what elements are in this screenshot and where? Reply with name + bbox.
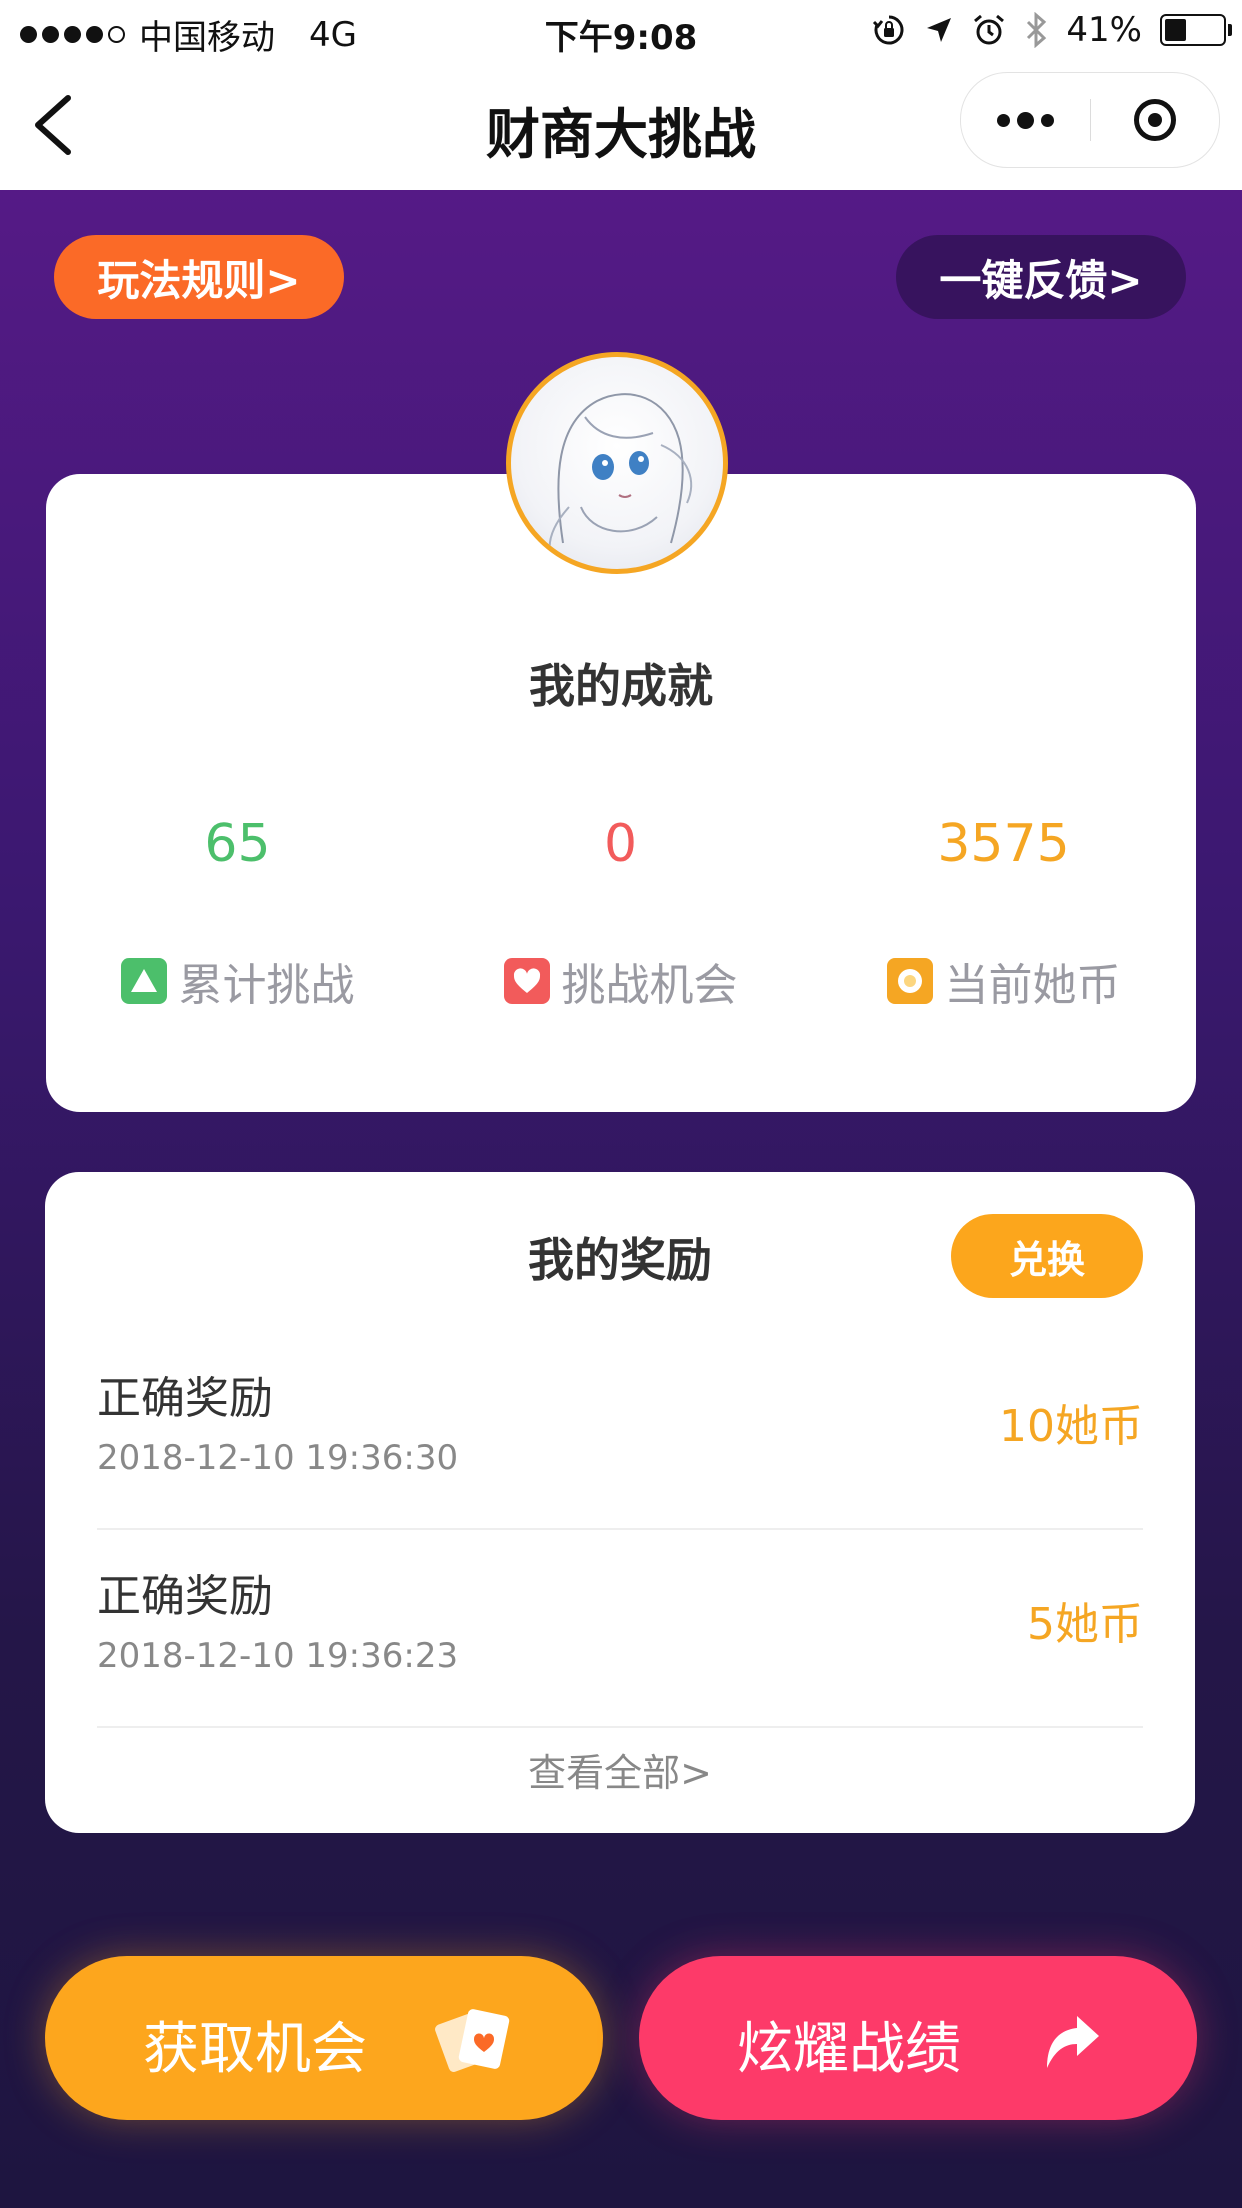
stat-label-current-coins: 当前她币: [812, 949, 1195, 1013]
reward-row: 正确奖励 2018-12-10 19:36:30 10她币: [97, 1332, 1143, 1530]
reward-row-amount: 5她币: [1027, 1599, 1143, 1650]
triangle-icon: [120, 958, 167, 1004]
status-bar: 中国移动 4G 下午9:08 41%: [0, 0, 1242, 62]
feedback-button[interactable]: 一键反馈>: [896, 235, 1186, 319]
redeem-button[interactable]: 兑换: [951, 1214, 1143, 1298]
rules-button[interactable]: 玩法规则>: [54, 235, 344, 319]
stat-label: 挑战机会: [561, 960, 738, 1011]
show-off-label: 炫耀战绩: [737, 2017, 961, 2082]
mini-program-capsule: [960, 72, 1220, 168]
get-chance-button[interactable]: 获取机会: [45, 1956, 603, 2120]
back-arrow-icon[interactable]: [28, 92, 88, 158]
stat-label: 累计挑战: [178, 960, 355, 1011]
cards-icon: [435, 2009, 510, 2072]
stat-value: 3575: [937, 814, 1070, 874]
show-off-button[interactable]: 炫耀战绩: [639, 1956, 1197, 2120]
reward-row-title: 正确奖励: [97, 1571, 273, 1622]
avatar[interactable]: [506, 352, 728, 574]
reward-row: 正确奖励 2018-12-10 19:36:23 5她币: [97, 1530, 1143, 1728]
achievement-title: 我的成就: [529, 659, 713, 713]
stat-label-challenge-chances: 挑战机会: [429, 949, 812, 1013]
alarm-icon: [974, 14, 1005, 45]
share-arrow-icon: [1047, 2016, 1099, 2068]
rotation-lock-icon: [873, 15, 904, 45]
stat-label-total-challenges: 累计挑战: [46, 949, 429, 1013]
close-program-button[interactable]: [1090, 73, 1219, 167]
battery-level: [1165, 19, 1186, 41]
location-icon: [927, 18, 952, 42]
reward-row-time: 2018-12-10 19:36:30: [97, 1438, 459, 1478]
bluetooth-icon: [1027, 12, 1047, 48]
stat-current-coins: 3575: [812, 814, 1195, 874]
heart-icon: [503, 958, 550, 1004]
target-icon: [1133, 99, 1176, 141]
get-chance-label: 获取机会: [143, 2017, 367, 2082]
nav-bar: 财商大挑战: [0, 62, 1242, 190]
reward-row-amount: 10她币: [999, 1401, 1143, 1452]
status-right: 41%: [872, 10, 1232, 50]
stat-label: 当前她币: [944, 960, 1121, 1011]
reward-card: 我的奖励 兑换 正确奖励 2018-12-10 19:36:30 10她币 正确…: [45, 1172, 1195, 1833]
anime-girl-sketch-image: [548, 393, 692, 558]
stat-value: 65: [204, 814, 271, 874]
stat-challenge-chances: 0: [429, 814, 812, 874]
reward-row-title: 正确奖励: [97, 1373, 273, 1424]
battery-icon: [1160, 14, 1232, 46]
stat-total-challenges: 65: [46, 814, 429, 874]
reward-row-time: 2018-12-10 19:36:23: [97, 1636, 459, 1676]
battery-percent: 41%: [1066, 10, 1142, 50]
more-icon[interactable]: [961, 73, 1090, 167]
row-divider: [97, 1726, 1143, 1728]
view-all-link[interactable]: 查看全部>: [45, 1742, 1195, 1797]
coin-icon: [886, 958, 933, 1004]
stat-value: 0: [603, 814, 638, 874]
